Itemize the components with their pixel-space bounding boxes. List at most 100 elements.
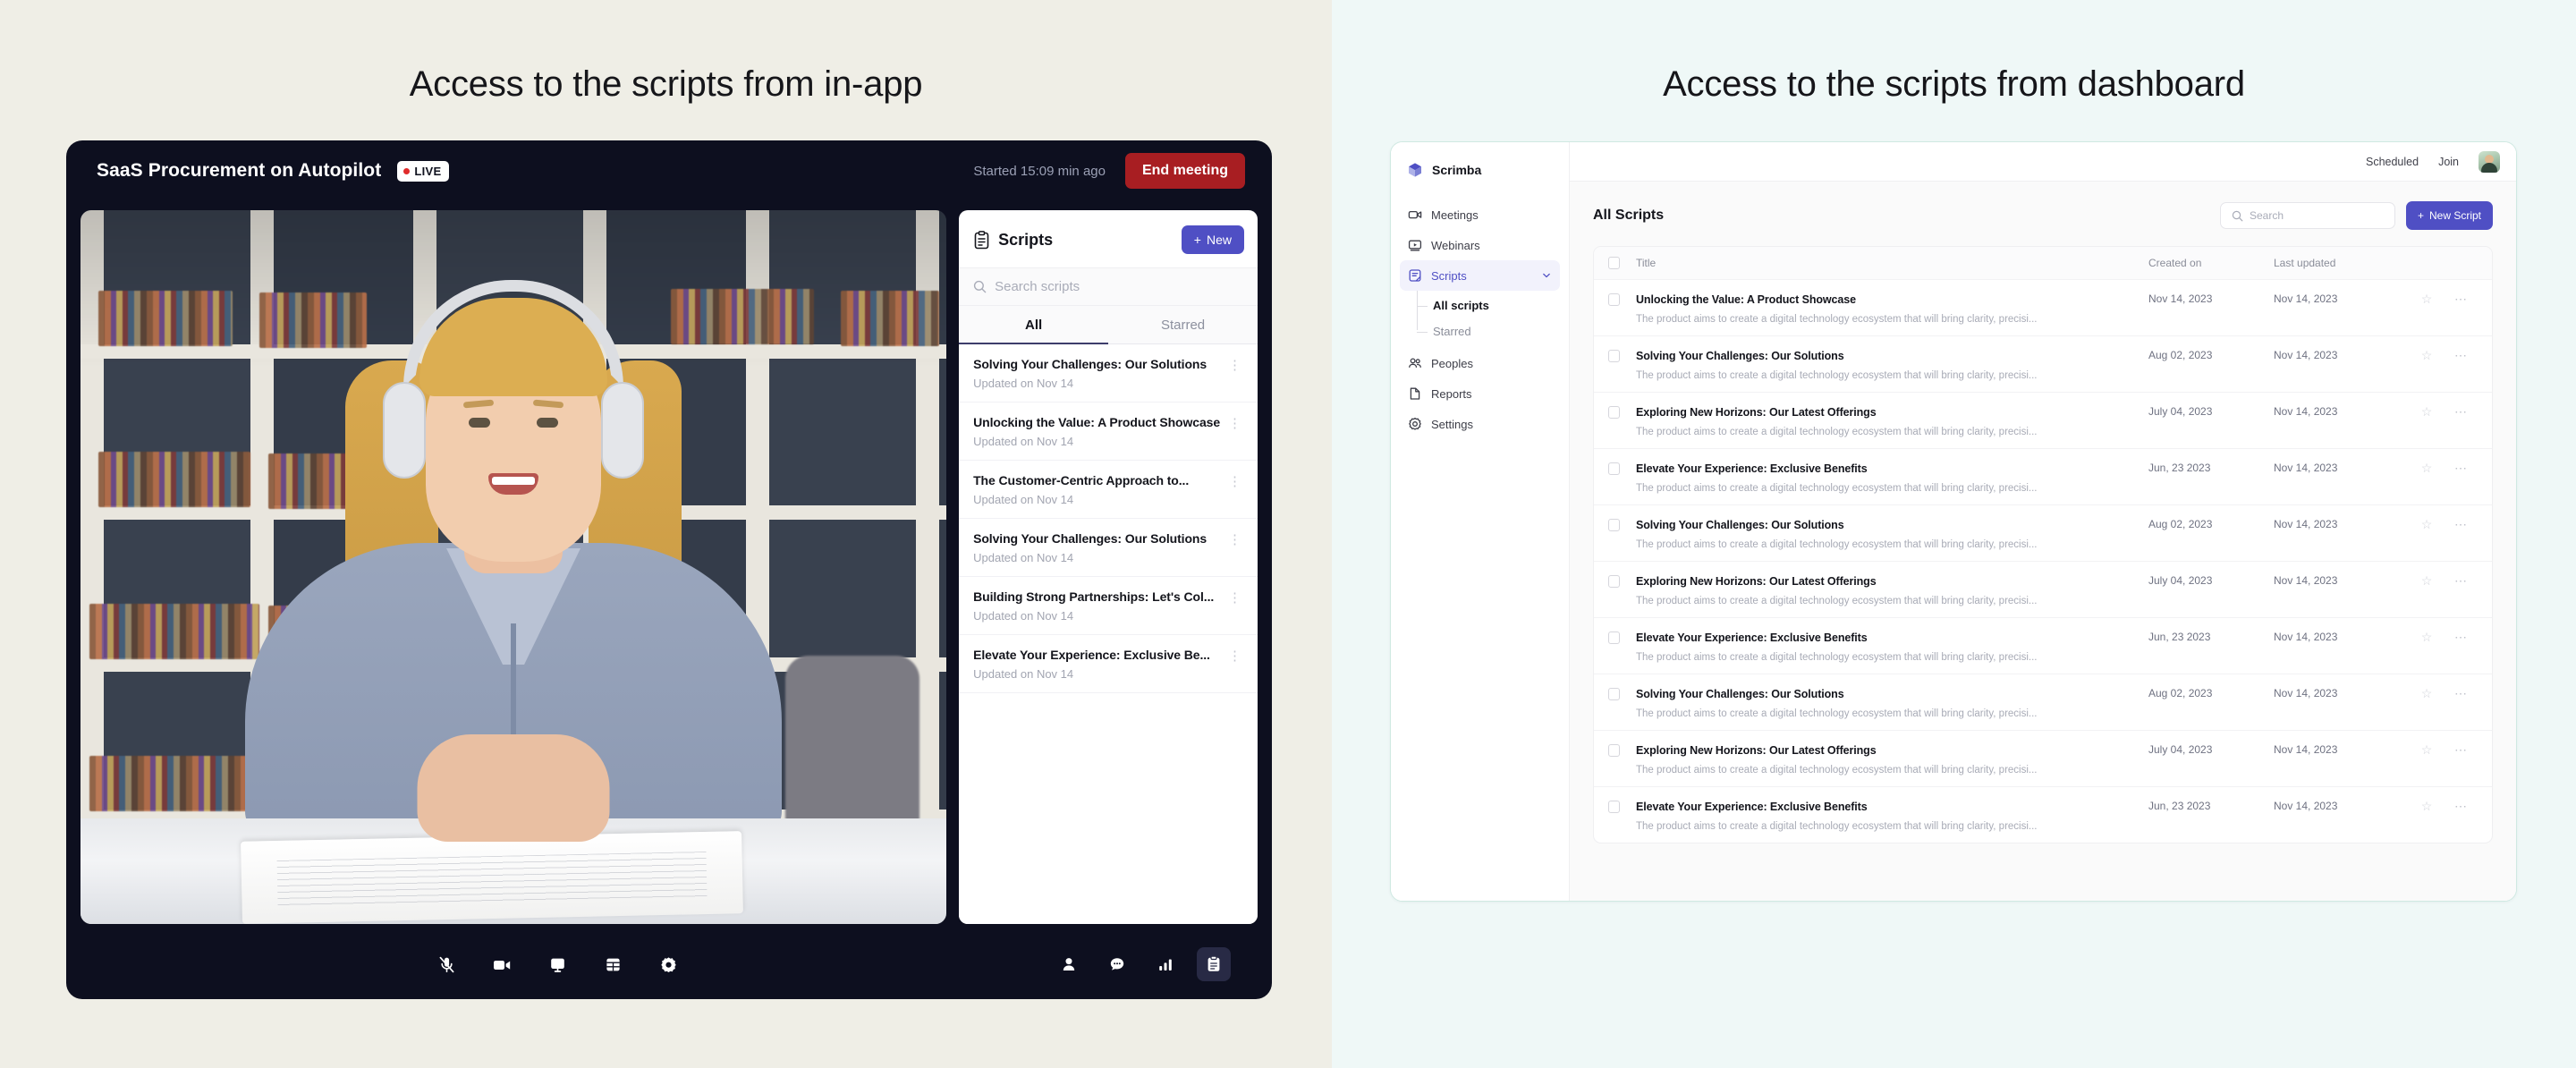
analytics-icon[interactable]	[1148, 947, 1182, 981]
table-row[interactable]: Unlocking the Value: A Product Showcase …	[1594, 280, 2492, 336]
kebab-menu-icon[interactable]: ⋮	[1224, 589, 1245, 606]
row-actions-icon[interactable]: ⋯	[2454, 292, 2467, 305]
scheduled-link[interactable]: Scheduled	[2366, 156, 2419, 168]
select-all-checkbox[interactable]	[1608, 257, 1620, 269]
table-row[interactable]: Exploring New Horizons: Our Latest Offer…	[1594, 731, 2492, 787]
list-item[interactable]: Solving Your Challenges: Our Solutions U…	[959, 519, 1258, 577]
row-actions-icon[interactable]: ⋯	[2454, 518, 2467, 530]
row-checkbox[interactable]	[1608, 575, 1620, 588]
sidebar-item-reports[interactable]: Reports	[1400, 378, 1560, 409]
table-row[interactable]: Exploring New Horizons: Our Latest Offer…	[1594, 562, 2492, 618]
brand-name: Scrimba	[1432, 163, 1482, 177]
screen-share-icon[interactable]	[540, 947, 574, 981]
star-icon[interactable]: ☆	[2421, 686, 2433, 699]
sidebar-subitem-starred[interactable]: Starred	[1417, 318, 1560, 344]
row-actions-icon[interactable]: ⋯	[2454, 349, 2467, 361]
star-icon[interactable]: ☆	[2421, 517, 2433, 530]
row-checkbox[interactable]	[1608, 631, 1620, 644]
table-row[interactable]: Solving Your Challenges: Our Solutions T…	[1594, 674, 2492, 731]
kebab-menu-icon[interactable]: ⋮	[1224, 531, 1245, 548]
scripts-search-container[interactable]	[959, 267, 1258, 306]
row-title: Elevate Your Experience: Exclusive Benef…	[1636, 631, 1868, 644]
sidebar-item-peoples[interactable]: Peoples	[1400, 348, 1560, 378]
row-checkbox[interactable]	[1608, 293, 1620, 306]
media-controls	[429, 947, 685, 981]
kebab-menu-icon[interactable]: ⋮	[1224, 415, 1245, 432]
chevron-down-icon[interactable]	[1541, 270, 1552, 281]
participant-video-tile[interactable]	[80, 210, 947, 924]
settings-gear-icon[interactable]	[651, 947, 685, 981]
row-updated-date: Nov 14, 2023	[2274, 349, 2338, 361]
sidebar-item-meetings[interactable]: Meetings	[1400, 199, 1560, 230]
live-badge: LIVE	[397, 160, 450, 182]
search-container[interactable]	[2219, 202, 2395, 229]
scripts-side-panel: Scripts + New Search scripts All Starred…	[959, 210, 1258, 924]
new-script-button[interactable]: + New	[1181, 225, 1244, 254]
star-icon[interactable]: ☆	[2421, 573, 2433, 587]
star-icon[interactable]: ☆	[2421, 799, 2433, 812]
row-actions-icon[interactable]: ⋯	[2454, 800, 2467, 812]
sidebar-item-webinars[interactable]: Webinars	[1400, 230, 1560, 260]
row-updated-date: Nov 14, 2023	[2274, 405, 2338, 418]
join-link[interactable]: Join	[2438, 156, 2459, 168]
kebab-menu-icon[interactable]: ⋮	[1224, 357, 1245, 374]
star-icon[interactable]: ☆	[2421, 742, 2433, 756]
star-icon[interactable]: ☆	[2421, 461, 2433, 474]
participants-icon[interactable]	[1052, 947, 1086, 981]
row-checkbox[interactable]	[1608, 801, 1620, 813]
row-checkbox[interactable]	[1608, 350, 1620, 362]
scripts-panel-title: Scripts	[998, 230, 1054, 249]
row-actions-icon[interactable]: ⋯	[2454, 743, 2467, 756]
row-created-date: Aug 02, 2023	[2148, 349, 2213, 361]
tab-starred[interactable]: Starred	[1108, 306, 1258, 343]
row-checkbox[interactable]	[1608, 519, 1620, 531]
row-checkbox[interactable]	[1608, 406, 1620, 419]
row-checkbox[interactable]	[1608, 688, 1620, 700]
kebab-menu-icon[interactable]: ⋮	[1224, 648, 1245, 665]
search-input[interactable]	[2249, 209, 2384, 222]
row-actions-icon[interactable]: ⋯	[2454, 462, 2467, 474]
microphone-muted-icon[interactable]	[429, 947, 463, 981]
row-actions-icon[interactable]: ⋯	[2454, 687, 2467, 699]
list-item[interactable]: The Customer-Centric Approach to... Upda…	[959, 461, 1258, 519]
table-row[interactable]: Solving Your Challenges: Our Solutions T…	[1594, 336, 2492, 393]
scripts-search-input[interactable]	[995, 279, 1243, 294]
table-row[interactable]: Solving Your Challenges: Our Solutions T…	[1594, 505, 2492, 562]
list-item[interactable]: Building Strong Partnerships: Let's Col.…	[959, 577, 1258, 635]
star-icon[interactable]: ☆	[2421, 348, 2433, 361]
row-actions-icon[interactable]: ⋯	[2454, 631, 2467, 643]
kebab-menu-icon[interactable]: ⋮	[1224, 473, 1245, 490]
star-icon[interactable]: ☆	[2421, 630, 2433, 643]
row-actions-icon[interactable]: ⋯	[2454, 405, 2467, 418]
content-header: All Scripts Search + New Script	[1593, 201, 2493, 230]
table-row[interactable]: Elevate Your Experience: Exclusive Benef…	[1594, 618, 2492, 674]
star-icon[interactable]: ☆	[2421, 404, 2433, 418]
avatar[interactable]	[2479, 150, 2500, 173]
papers-on-desk	[241, 831, 743, 924]
sidebar-item-scripts[interactable]: Scripts	[1400, 260, 1560, 291]
row-checkbox[interactable]	[1608, 744, 1620, 757]
list-item[interactable]: Solving Your Challenges: Our Solutions U…	[959, 344, 1258, 403]
list-item[interactable]: Elevate Your Experience: Exclusive Be...…	[959, 635, 1258, 693]
table-row[interactable]: Elevate Your Experience: Exclusive Benef…	[1594, 787, 2492, 843]
sidebar-item-settings[interactable]: Settings	[1400, 409, 1560, 439]
scripts-clipboard-icon[interactable]	[1197, 947, 1231, 981]
layout-icon[interactable]	[596, 947, 630, 981]
books	[89, 604, 259, 659]
new-script-button[interactable]: + New Script	[2405, 201, 2493, 230]
tab-all[interactable]: All	[959, 306, 1109, 344]
sidebar-item-label: Meetings	[1431, 208, 1479, 222]
sidebar-item-label: Settings	[1431, 417, 1473, 431]
row-checkbox[interactable]	[1608, 462, 1620, 475]
row-actions-icon[interactable]: ⋯	[2454, 574, 2467, 587]
table-row[interactable]: Elevate Your Experience: Exclusive Benef…	[1594, 449, 2492, 505]
list-item[interactable]: Unlocking the Value: A Product Showcase …	[959, 403, 1258, 461]
sidebar-subitem-all-scripts[interactable]: All scripts	[1417, 292, 1560, 318]
star-icon[interactable]: ☆	[2421, 292, 2433, 305]
end-meeting-button[interactable]: End meeting	[1124, 153, 1245, 189]
meeting-header-right: Started 15:09 min ago End meeting	[973, 153, 1245, 189]
camera-icon[interactable]	[485, 947, 519, 981]
chat-icon[interactable]	[1100, 947, 1134, 981]
books	[89, 756, 268, 811]
table-row[interactable]: Exploring New Horizons: Our Latest Offer…	[1594, 393, 2492, 449]
